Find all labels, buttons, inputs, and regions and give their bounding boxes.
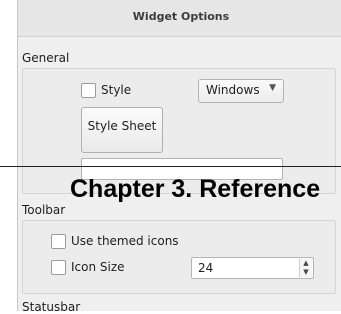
chapter-heading: Chapter 3. Reference — [70, 175, 321, 203]
spin-down-icon[interactable]: ▼ — [300, 268, 312, 277]
icon-size-spinbox[interactable]: 24 ▲ ▼ — [191, 257, 314, 279]
style-combobox[interactable]: Windows ▼ — [198, 79, 284, 103]
icon-size-value: 24 — [198, 261, 214, 275]
icon-size-label: Icon Size — [71, 260, 125, 274]
spinbox-arrows[interactable]: ▲ ▼ — [299, 259, 312, 277]
icon-size-checkbox[interactable] — [51, 260, 66, 275]
chevron-down-icon: ▼ — [269, 83, 276, 93]
toolbar-groupbox: Use themed icons Icon Size 24 ▲ ▼ — [22, 220, 336, 294]
general-section-label: General — [22, 51, 70, 65]
header-rule — [0, 166, 341, 167]
style-sheet-button-label: Style Sheet — [87, 119, 157, 133]
widget-options-dialog: Widget Options General Style Windows ▼ S… — [17, 0, 341, 314]
statusbar-section-label: Statusbar — [22, 300, 81, 314]
window-title: Widget Options — [132, 10, 230, 23]
style-checkbox[interactable] — [81, 83, 96, 98]
use-themed-icons-checkbox[interactable] — [51, 234, 66, 249]
toolbar-section-label: Toolbar — [22, 203, 66, 217]
spin-up-icon[interactable]: ▲ — [300, 259, 312, 268]
style-checkbox-label: Style — [101, 83, 132, 97]
title-bar: Widget Options — [18, 0, 341, 37]
style-sheet-button[interactable]: Style Sheet — [81, 107, 163, 153]
style-combobox-value: Windows — [206, 83, 260, 97]
use-themed-icons-label: Use themed icons — [71, 234, 179, 248]
